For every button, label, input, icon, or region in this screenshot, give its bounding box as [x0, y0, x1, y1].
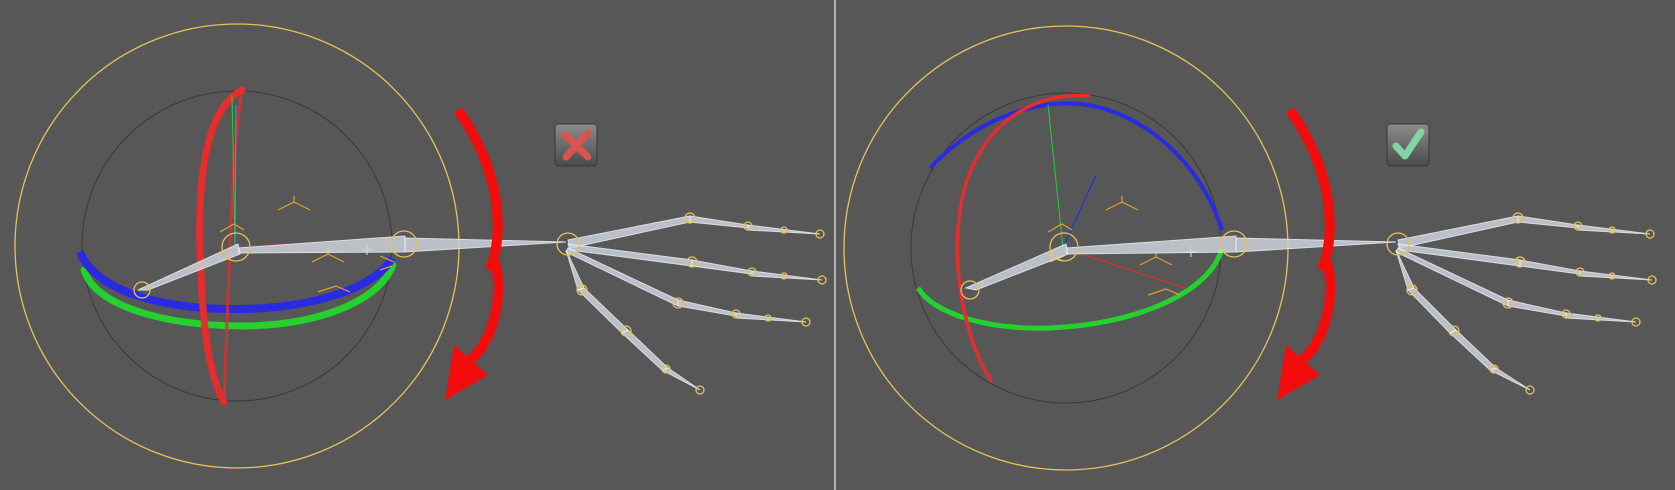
thumb-bone [577, 287, 629, 334]
finger-bone [1579, 270, 1653, 281]
shoulder-bone [137, 243, 241, 291]
rotation-arrow-left [445, 107, 504, 400]
correct-badge [1386, 123, 1430, 167]
viewport-stage[interactable] [0, 0, 1675, 490]
thumb-bone [1449, 329, 1497, 371]
thumb-bone [1407, 287, 1457, 334]
skeleton-right[interactable] [964, 215, 1653, 391]
y-axis-line [1047, 104, 1064, 249]
right-viewport[interactable] [843, 25, 1657, 471]
rotation-arrow-right [1277, 107, 1336, 400]
finger-bone [1519, 259, 1581, 275]
left-viewport[interactable] [14, 23, 827, 469]
x-axis-ring[interactable] [955, 93, 1091, 383]
incorrect-badge [554, 123, 598, 167]
skeleton-left[interactable] [137, 215, 823, 391]
thumb-bone [621, 329, 669, 371]
z-axis-line [1062, 174, 1097, 249]
finger-bone [1517, 215, 1579, 229]
finger-bone [1397, 215, 1519, 249]
finger-bone [1507, 299, 1567, 317]
finger-bone [567, 215, 691, 249]
finger-bone [567, 243, 693, 267]
finger-bone [677, 299, 737, 317]
finger-bone [691, 259, 753, 275]
forearm-bone [1235, 237, 1397, 253]
3d-viewport[interactable] [0, 0, 1675, 490]
upper-arm-bone [1065, 235, 1237, 255]
finger-bone [1397, 243, 1521, 267]
thumb-bone [1488, 367, 1531, 391]
shoulder-bone [964, 243, 1069, 291]
finger-bone [689, 215, 749, 229]
upper-arm-bone [237, 235, 406, 254]
thumb-bone [660, 367, 701, 391]
forearm-bone [404, 237, 567, 253]
